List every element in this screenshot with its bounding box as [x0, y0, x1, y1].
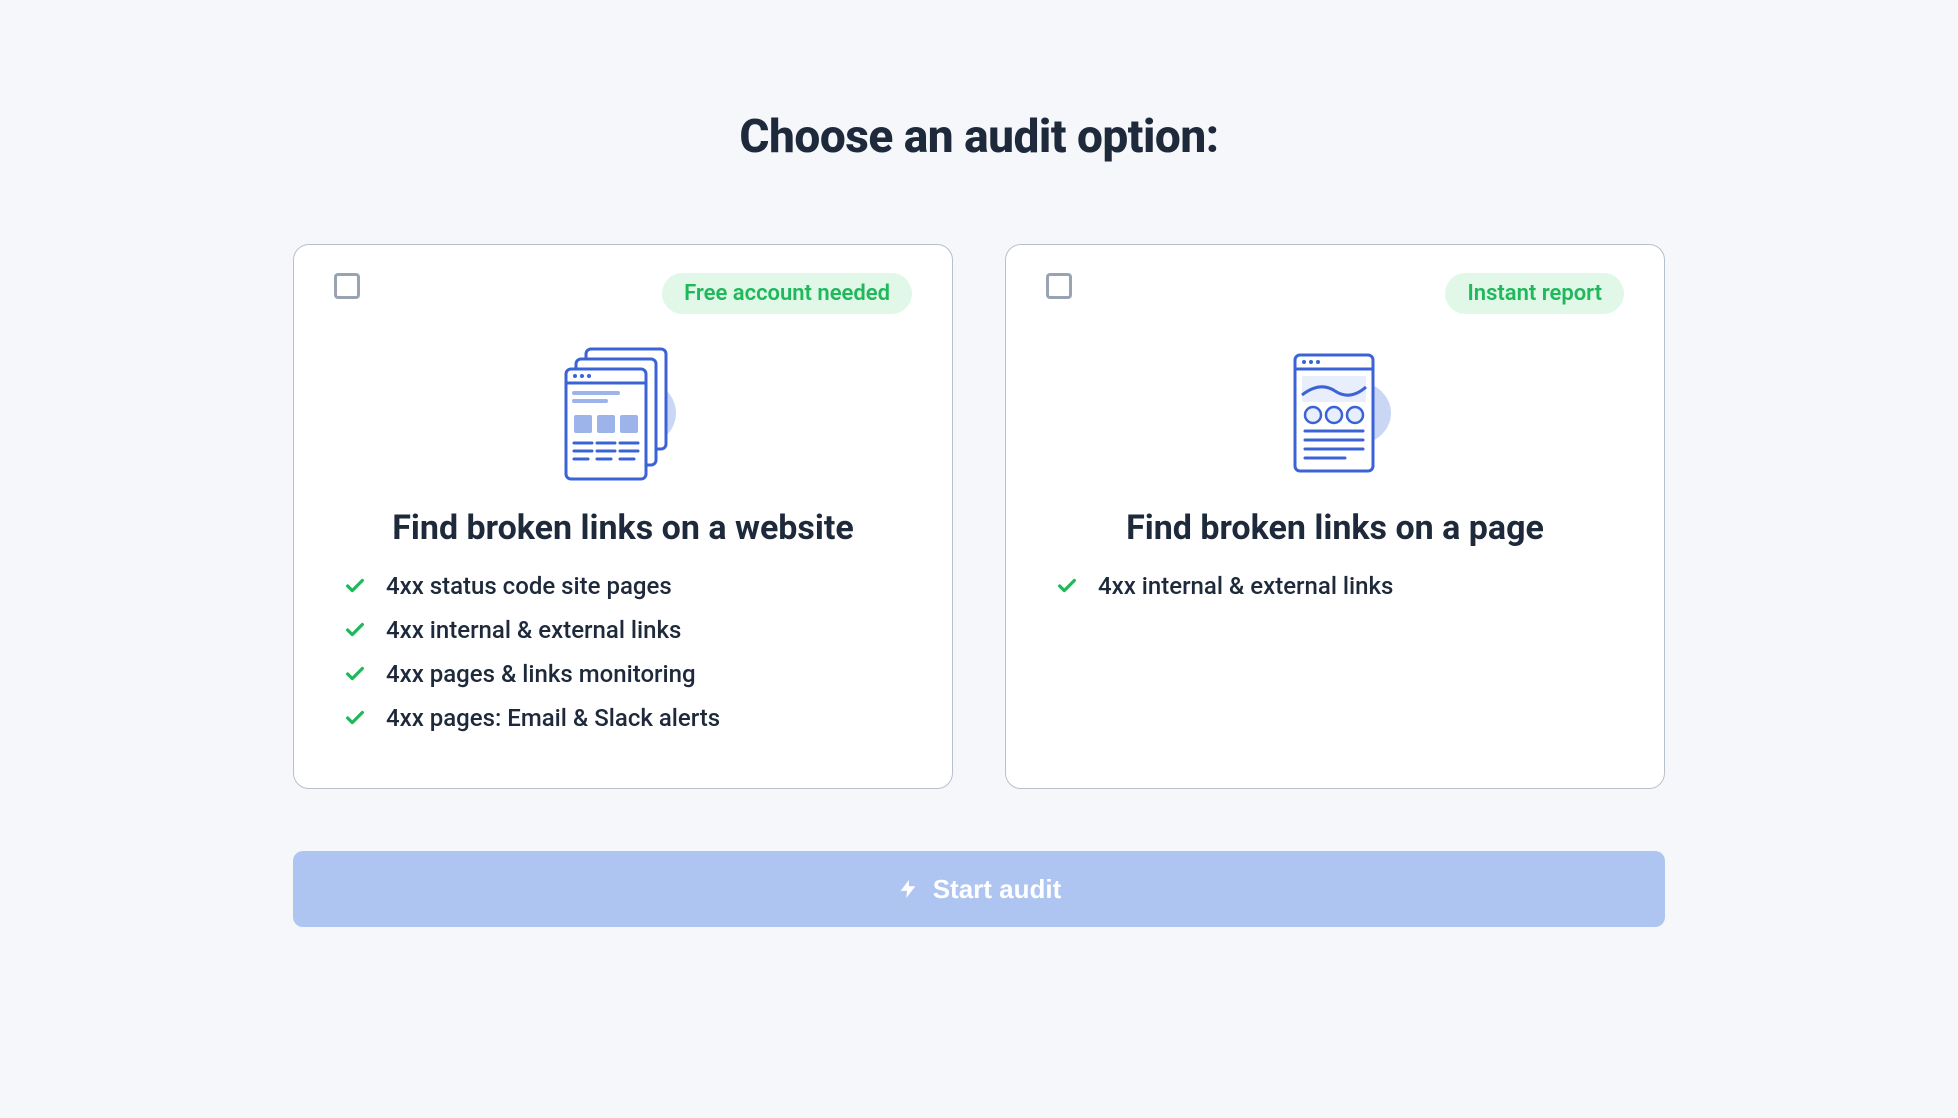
- card-heading-website: Find broken links on a website: [334, 508, 912, 548]
- audit-options-row: Free account needed: [293, 244, 1665, 789]
- card-header: Instant report: [1046, 273, 1624, 314]
- check-icon: [344, 575, 366, 597]
- checkbox-page[interactable]: [1046, 273, 1072, 299]
- card-header: Free account needed: [334, 273, 912, 314]
- check-icon: [1056, 575, 1078, 597]
- lightning-icon: [897, 876, 919, 902]
- feature-item: 4xx internal & external links: [344, 616, 912, 644]
- badge-instant-report: Instant report: [1445, 273, 1624, 314]
- check-icon: [344, 619, 366, 641]
- feature-text: 4xx pages: Email & Slack alerts: [386, 704, 720, 732]
- single-page-icon: [1046, 338, 1624, 488]
- feature-item: 4xx pages: Email & Slack alerts: [344, 704, 912, 732]
- checkbox-website[interactable]: [334, 273, 360, 299]
- feature-text: 4xx internal & external links: [1098, 572, 1393, 600]
- feature-text: 4xx status code site pages: [386, 572, 672, 600]
- feature-item: 4xx status code site pages: [344, 572, 912, 600]
- start-audit-button[interactable]: Start audit: [293, 851, 1665, 927]
- start-audit-label: Start audit: [933, 874, 1062, 905]
- feature-list-page: 4xx internal & external links: [1046, 572, 1624, 600]
- audit-option-website[interactable]: Free account needed: [293, 244, 953, 789]
- feature-text: 4xx pages & links monitoring: [386, 660, 696, 688]
- website-pages-icon: [334, 338, 912, 488]
- feature-item: 4xx internal & external links: [1056, 572, 1624, 600]
- badge-free-account: Free account needed: [662, 273, 912, 314]
- feature-item: 4xx pages & links monitoring: [344, 660, 912, 688]
- feature-text: 4xx internal & external links: [386, 616, 681, 644]
- check-icon: [344, 663, 366, 685]
- audit-option-page[interactable]: Instant report: [1005, 244, 1665, 789]
- page-title: Choose an audit option:: [739, 110, 1218, 164]
- feature-list-website: 4xx status code site pages 4xx internal …: [334, 572, 912, 732]
- card-heading-page: Find broken links on a page: [1046, 508, 1624, 548]
- check-icon: [344, 707, 366, 729]
